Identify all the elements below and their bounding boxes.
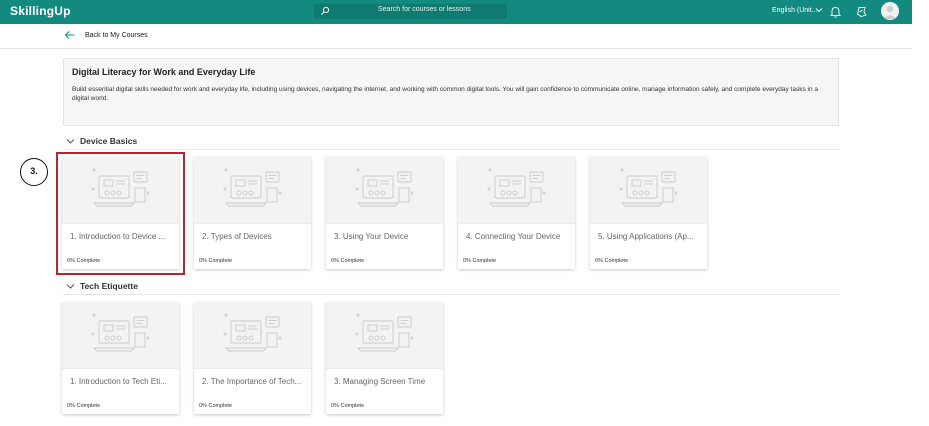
step-label: 3.: [30, 166, 38, 176]
lesson-card[interactable]: 3. Using Your Device 0% Complete: [326, 157, 443, 269]
user-icon: [883, 5, 897, 19]
lesson-progress: 0% Complete: [199, 258, 233, 264]
back-bar: Back to My Courses: [0, 24, 912, 49]
course-description: Build essential digital skills needed fo…: [72, 86, 818, 102]
lesson-thumbnail-icon: [223, 313, 282, 352]
chevron-down-icon[interactable]: [66, 283, 75, 290]
lesson-thumbnail: [326, 302, 443, 369]
section-title: Tech Etiquette: [80, 281, 138, 291]
lesson-thumbnail: [62, 302, 179, 369]
lesson-thumbnail: [194, 302, 311, 369]
search-icon: [321, 6, 330, 15]
lesson-card[interactable]: 5. Using Applications (Ap... 0% Complete: [590, 157, 707, 269]
lesson-card[interactable]: 2. The Importance of Tech... 0% Complete: [194, 302, 311, 414]
lesson-thumbnail-icon: [223, 168, 282, 207]
lesson-card[interactable]: 4. Connecting Your Device 0% Complete: [458, 157, 575, 269]
lesson-thumbnail-icon: [619, 168, 678, 207]
search-bar[interactable]: Search for courses or lessons: [314, 4, 507, 19]
lesson-title: 2. Types of Devices: [202, 232, 272, 241]
lesson-thumbnail-icon: [355, 313, 414, 352]
lesson-progress: 0% Complete: [331, 403, 365, 409]
lesson-thumbnail-icon: [487, 168, 546, 207]
lesson-card[interactable]: 1. Introduction to Tech Eti... 0% Comple…: [62, 302, 179, 414]
chevron-down-icon[interactable]: [66, 138, 75, 145]
section-divider: [63, 149, 839, 150]
badge-icon[interactable]: [856, 6, 867, 18]
top-header: SkillingUp Search for courses or lessons…: [0, 0, 912, 24]
bell-icon[interactable]: [830, 6, 841, 18]
lesson-title: 5. Using Applications (Ap...: [598, 232, 694, 241]
language-selector[interactable]: English (Unit...: [772, 7, 818, 14]
highlight-box: [56, 152, 185, 275]
lesson-thumbnail: [326, 157, 443, 224]
arrow-left-icon[interactable]: [64, 30, 76, 40]
lesson-title: 2. The Importance of Tech...: [202, 377, 302, 386]
back-to-courses-link[interactable]: Back to My Courses: [85, 32, 148, 39]
lesson-card[interactable]: 3. Managing Screen Time 0% Complete: [326, 302, 443, 414]
lesson-progress: 0% Complete: [67, 403, 101, 409]
lesson-card[interactable]: 2. Types of Devices 0% Complete: [194, 157, 311, 269]
section-divider: [63, 294, 839, 295]
course-title: Digital Literacy for Work and Everyday L…: [72, 67, 256, 77]
lesson-progress: 0% Complete: [463, 258, 497, 264]
lesson-progress: 0% Complete: [331, 258, 365, 264]
lesson-thumbnail: [590, 157, 707, 224]
lesson-thumbnail-icon: [355, 168, 414, 207]
chevron-down-icon[interactable]: [815, 6, 823, 14]
lesson-thumbnail: [194, 157, 311, 224]
search-input[interactable]: Search for courses or lessons: [378, 6, 471, 13]
logo[interactable]: SkillingUp: [10, 4, 71, 18]
lesson-thumbnail: [458, 157, 575, 224]
step-marker: 3.: [20, 158, 48, 186]
lesson-title: 3. Using Your Device: [334, 232, 409, 241]
lesson-progress: 0% Complete: [595, 258, 629, 264]
lesson-title: 3. Managing Screen Time: [334, 377, 426, 386]
section-title: Device Basics: [80, 136, 138, 146]
lesson-title: 4. Connecting Your Device: [466, 232, 561, 241]
course-description-panel: Digital Literacy for Work and Everyday L…: [63, 58, 839, 126]
lesson-title: 1. Introduction to Tech Eti...: [70, 377, 167, 386]
lesson-thumbnail-icon: [91, 313, 150, 352]
avatar[interactable]: [881, 2, 899, 20]
lesson-progress: 0% Complete: [199, 403, 233, 409]
